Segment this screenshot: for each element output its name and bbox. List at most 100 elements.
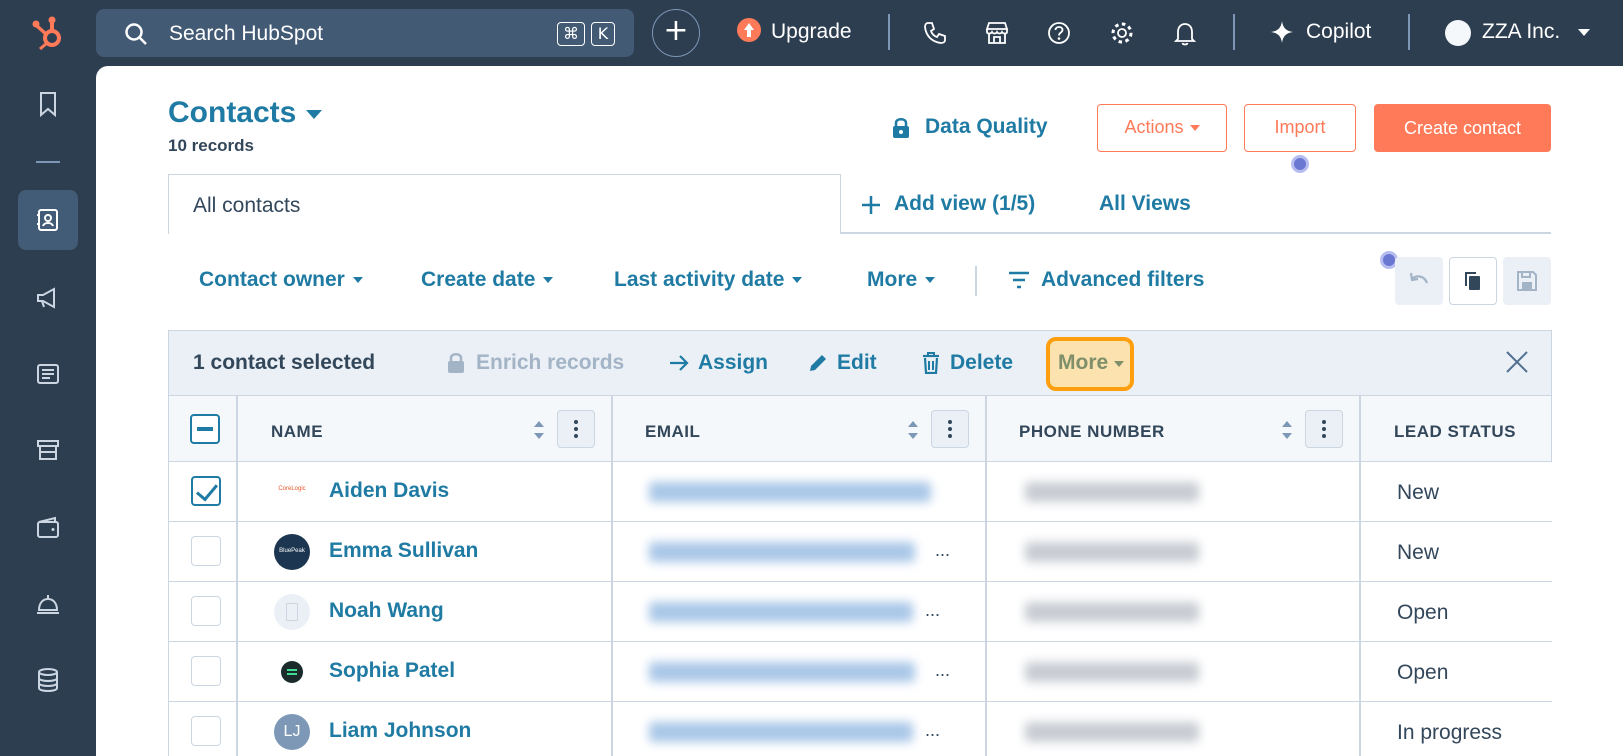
- select-all-checkbox[interactable]: [190, 414, 220, 444]
- service-bell-icon[interactable]: [34, 590, 62, 618]
- filter-lines-icon[interactable]: [1008, 270, 1030, 290]
- search-bar[interactable]: Search HubSpot ⌘ K: [96, 9, 634, 57]
- filter-contact-owner[interactable]: Contact owner: [199, 268, 363, 292]
- commerce-store-icon[interactable]: [34, 436, 62, 464]
- column-header-phone[interactable]: PHONE NUMBER: [1019, 422, 1165, 442]
- sort-icon[interactable]: [533, 418, 545, 442]
- column-options-button[interactable]: [931, 410, 969, 448]
- table-row[interactable]: LJ Liam Johnson ... In progress: [168, 702, 1552, 756]
- copilot-label: Copilot: [1306, 20, 1372, 43]
- sort-icon[interactable]: [907, 418, 919, 442]
- arrow-right-icon: [670, 355, 689, 371]
- enrich-records-button[interactable]: Enrich records: [476, 351, 624, 375]
- selection-count: 1 contact selected: [193, 351, 376, 374]
- phone-redacted: [1025, 662, 1199, 682]
- column-options-button[interactable]: [557, 410, 595, 448]
- create-contact-button[interactable]: Create contact: [1374, 104, 1551, 152]
- contact-name-link[interactable]: Noah Wang: [329, 599, 444, 623]
- undo-arrow-icon: [1409, 272, 1429, 284]
- column-header-lead-status[interactable]: LEAD STATUS: [1394, 422, 1516, 442]
- onboarding-hotspot[interactable]: [1291, 155, 1309, 173]
- column-header-name[interactable]: NAME: [271, 422, 323, 442]
- lead-status-value: New: [1397, 541, 1440, 564]
- table-row[interactable]: Sophia Patel ... Open: [168, 642, 1552, 702]
- settings-gear-icon[interactable]: [1109, 20, 1135, 46]
- email-redacted[interactable]: [649, 602, 913, 622]
- all-views-link[interactable]: All Views: [1099, 192, 1191, 216]
- search-placeholder: Search HubSpot: [169, 22, 324, 45]
- tab-all-contacts[interactable]: All contacts: [168, 174, 841, 234]
- import-button[interactable]: Import: [1244, 104, 1356, 152]
- filter-create-date[interactable]: Create date: [421, 268, 554, 292]
- undo-button[interactable]: [1395, 257, 1443, 305]
- chevron-down-icon: [925, 277, 936, 284]
- row-checkbox[interactable]: [191, 716, 221, 746]
- filter-more-label: More: [867, 268, 918, 291]
- account-name[interactable]: ZZA Inc.: [1482, 20, 1560, 44]
- content-icon[interactable]: [34, 360, 62, 388]
- phone-redacted: [1025, 722, 1199, 742]
- sort-icon[interactable]: [1281, 418, 1293, 442]
- contact-name-link[interactable]: Emma Sullivan: [329, 539, 478, 563]
- lead-status-value: Open: [1397, 661, 1449, 684]
- company-logo-avatar: BluePeak: [274, 534, 310, 570]
- side-navigation: [0, 66, 96, 756]
- data-database-icon[interactable]: [34, 666, 62, 694]
- assign-button[interactable]: Assign: [698, 351, 768, 375]
- hubspot-logo-icon[interactable]: [28, 12, 70, 54]
- delete-button[interactable]: Delete: [950, 351, 1013, 375]
- save-view-button[interactable]: [1503, 257, 1551, 305]
- table-row[interactable]: CoreLogic Aiden Davis New: [168, 462, 1552, 522]
- close-icon[interactable]: [1504, 349, 1530, 375]
- advanced-filters-button[interactable]: Advanced filters: [1041, 268, 1204, 292]
- topbar-divider: [1233, 14, 1235, 50]
- column-divider: [236, 396, 238, 756]
- title-chevron-down-icon[interactable]: [306, 110, 322, 119]
- email-redacted[interactable]: [649, 722, 913, 742]
- table-row[interactable]: Noah Wang ... Open: [168, 582, 1552, 642]
- filter-last-activity-date[interactable]: Last activity date: [614, 268, 803, 292]
- page-title[interactable]: Contacts: [168, 96, 296, 130]
- phone-icon[interactable]: [922, 20, 948, 46]
- filter-last-activity-label: Last activity date: [614, 268, 785, 291]
- notifications-bell-icon[interactable]: [1172, 20, 1198, 46]
- add-view-button[interactable]: Add view (1/5): [894, 192, 1035, 216]
- email-redacted[interactable]: [649, 482, 931, 502]
- add-plus-icon[interactable]: [861, 195, 881, 215]
- quick-create-button[interactable]: +: [652, 9, 700, 57]
- phone-redacted: [1025, 482, 1199, 502]
- data-quality-link[interactable]: Data Quality: [925, 115, 1048, 139]
- bookmark-icon[interactable]: [34, 90, 62, 118]
- actions-button[interactable]: Actions: [1097, 104, 1227, 152]
- copilot-sparkle-icon: [1271, 21, 1293, 43]
- email-redacted[interactable]: [649, 662, 915, 682]
- clone-view-button[interactable]: [1449, 257, 1497, 305]
- row-checkbox[interactable]: [191, 536, 221, 566]
- bulk-more-button[interactable]: More: [1046, 337, 1134, 391]
- upgrade-button[interactable]: Upgrade: [737, 18, 852, 46]
- account-avatar[interactable]: [1445, 20, 1471, 46]
- upgrade-label: Upgrade: [771, 20, 852, 43]
- wallet-icon[interactable]: [34, 514, 62, 542]
- email-redacted[interactable]: [649, 542, 915, 562]
- contact-name-link[interactable]: Sophia Patel: [329, 659, 455, 683]
- row-checkbox[interactable]: [191, 596, 221, 626]
- table-row[interactable]: BluePeak Emma Sullivan ... New: [168, 522, 1552, 582]
- column-header-email[interactable]: EMAIL: [645, 422, 700, 442]
- account-chevron-down-icon[interactable]: [1578, 29, 1590, 36]
- marketplace-icon[interactable]: [984, 20, 1010, 46]
- marketing-megaphone-icon[interactable]: [34, 284, 62, 312]
- contacts-icon[interactable]: [34, 206, 62, 234]
- email-ellipsis: ...: [925, 720, 941, 740]
- email-ellipsis: ...: [925, 600, 941, 620]
- column-options-button[interactable]: [1305, 410, 1343, 448]
- row-checkbox[interactable]: [191, 656, 221, 686]
- filter-more[interactable]: More: [867, 268, 936, 292]
- create-contact-label: Create contact: [1403, 118, 1522, 138]
- row-checkbox[interactable]: [191, 476, 221, 506]
- contact-name-link[interactable]: Liam Johnson: [329, 719, 471, 743]
- contact-name-link[interactable]: Aiden Davis: [329, 479, 449, 503]
- copy-icon: [1465, 272, 1480, 290]
- help-icon[interactable]: [1046, 20, 1072, 46]
- edit-button[interactable]: Edit: [837, 351, 877, 375]
